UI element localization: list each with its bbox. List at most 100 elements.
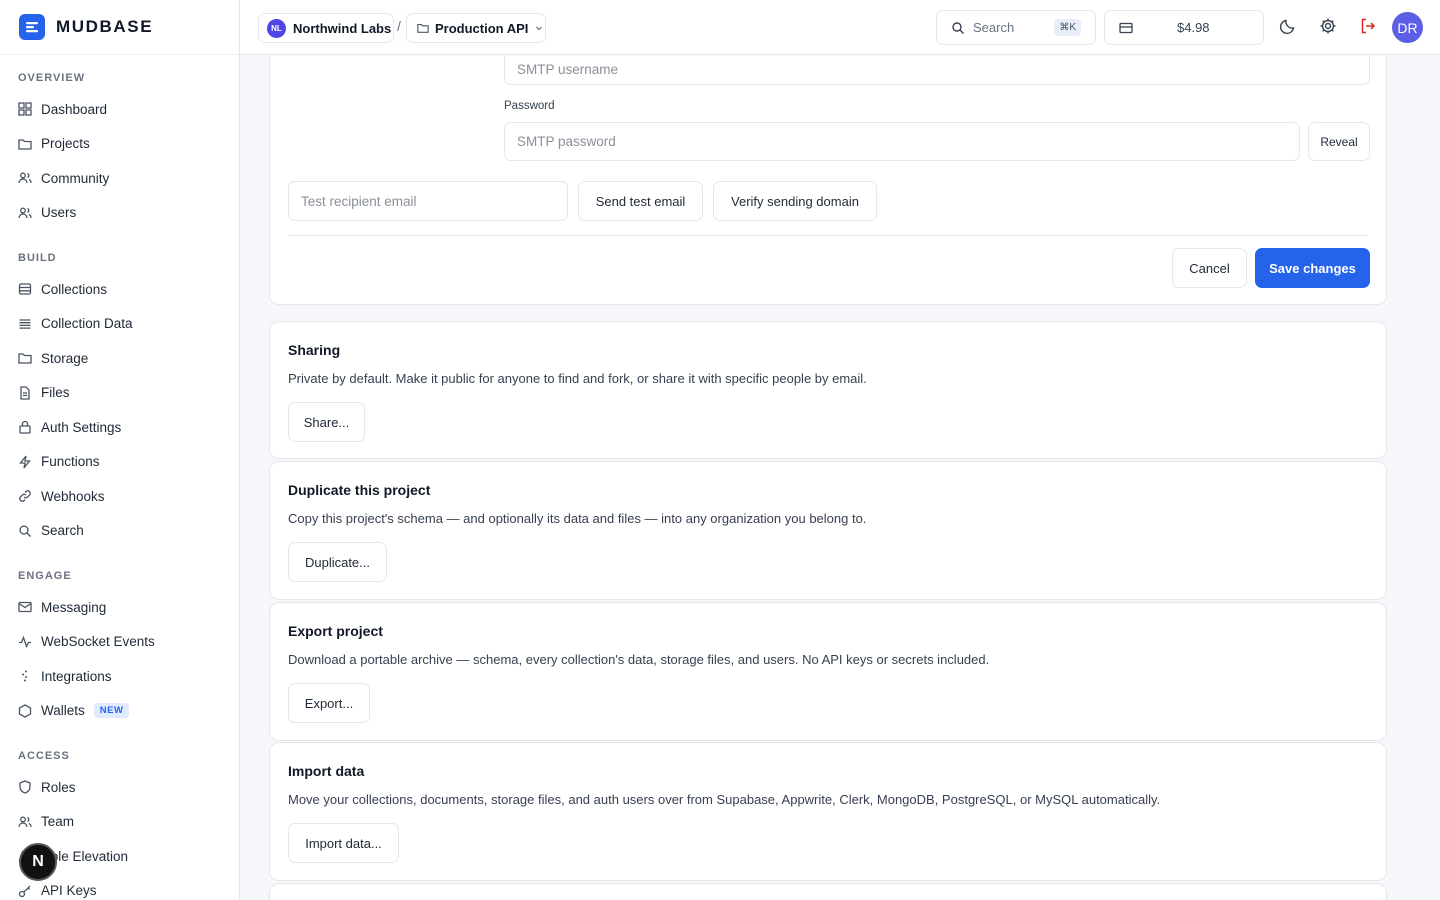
sidebar-item-websocket-events[interactable]: WebSocket Events <box>0 625 239 660</box>
project-name: Production API <box>435 20 529 36</box>
smtp-settings-card: SMTP username Password SMTP password Rev… <box>269 56 1387 305</box>
search-icon <box>19 525 31 537</box>
breadcrumb-separator: / <box>397 18 401 34</box>
cancel-button[interactable]: Cancel <box>1172 248 1247 288</box>
sidebar-item-collection-data[interactable]: Collection Data <box>0 307 239 342</box>
import-data-card: Import data Move your collections, docum… <box>269 742 1387 881</box>
test-recipient-email-field[interactable]: Test recipient email <box>288 181 568 221</box>
main-content: SMTP username Password SMTP password Rev… <box>240 56 1440 900</box>
sidebar-item-collections[interactable]: Collections <box>0 272 239 307</box>
sidebar-item-label: Files <box>41 385 70 401</box>
card-description: Download a portable archive — schema, ev… <box>288 652 990 667</box>
search-icon <box>952 21 964 34</box>
smtp-username-field[interactable]: SMTP username <box>504 56 1370 85</box>
search-shortcut: ⌘K <box>1054 19 1081 36</box>
sidebar-item-team[interactable]: Team <box>0 805 239 840</box>
activity-icon <box>19 635 31 648</box>
brand-name: MUDBASE <box>56 17 154 36</box>
sidebar-item-label: Search <box>41 523 84 539</box>
users-icon <box>18 207 32 218</box>
new-badge: NEW <box>93 703 130 719</box>
smtp-password-field[interactable]: SMTP password <box>504 122 1300 161</box>
org-switcher[interactable]: NL Northwind Labs <box>258 13 394 43</box>
duplicate-project-card: Duplicate this project Copy this project… <box>269 461 1387 600</box>
sidebar-item-label: Team <box>41 814 75 830</box>
sidebar-item-roles[interactable]: Roles <box>0 770 239 805</box>
sidebar-item-functions[interactable]: Functions <box>0 445 239 480</box>
sidebar-item-search[interactable]: Search <box>0 514 239 549</box>
sidebar-item-wallets[interactable]: Wallets NEW <box>0 694 239 729</box>
sharing-card: Sharing Private by default. Make it publ… <box>269 321 1387 459</box>
gear-icon[interactable] <box>1319 17 1337 35</box>
logout-icon[interactable] <box>1359 17 1377 35</box>
grid-icon <box>18 102 32 116</box>
users-icon <box>18 172 32 184</box>
sidebar-item-label: WebSocket Events <box>41 634 155 650</box>
sidebar-item-community[interactable]: Community <box>0 161 239 196</box>
moon-icon[interactable] <box>1279 17 1297 35</box>
integrations-icon <box>22 670 27 682</box>
credits-button[interactable]: $4.98 <box>1104 10 1264 45</box>
key-icon <box>18 885 31 897</box>
project-switcher[interactable]: Production API <box>406 13 546 43</box>
card-description: Copy this project's schema — and optiona… <box>288 511 867 526</box>
smtp-password-placeholder: SMTP password <box>517 134 616 149</box>
hexagon-icon <box>18 704 32 718</box>
export-button[interactable]: Export... <box>288 683 370 723</box>
card-description: Move your collections, documents, storag… <box>288 792 1161 807</box>
sidebar-item-label: API Keys <box>41 883 97 899</box>
sidebar-item-dashboard[interactable]: Dashboard <box>0 92 239 127</box>
section-title-build: BUILD <box>18 252 57 264</box>
sidebar: MUDBASE OVERVIEW Dashboard Projects Comm… <box>0 0 240 900</box>
folder-icon <box>18 353 32 364</box>
database-icon <box>18 283 32 295</box>
card-title: Import data <box>288 763 365 779</box>
save-changes-button[interactable]: Save changes <box>1255 248 1370 288</box>
top-bar: NL Northwind Labs / Production API Searc… <box>240 0 1440 55</box>
avatar[interactable]: DR <box>1392 12 1423 43</box>
reveal-password-button[interactable]: Reveal <box>1308 122 1370 161</box>
sidebar-item-label: Collection Data <box>41 316 133 332</box>
sidebar-item-messaging[interactable]: Messaging <box>0 590 239 625</box>
card-description: Private by default. Make it public for a… <box>288 371 867 386</box>
sidebar-item-label: Storage <box>41 350 89 366</box>
brand[interactable]: MUDBASE <box>0 0 239 55</box>
lock-icon <box>19 421 31 434</box>
credit-balance: $4.98 <box>1177 20 1210 35</box>
brand-logo-icon <box>19 14 45 40</box>
sidebar-item-auth-settings[interactable]: Auth Settings <box>0 410 239 445</box>
duplicate-button[interactable]: Duplicate... <box>288 542 387 582</box>
share-button[interactable]: Share... <box>288 402 365 442</box>
export-project-card: Export project Download a portable archi… <box>269 602 1387 741</box>
card-title: Sharing <box>288 342 341 358</box>
card-title: Export project <box>288 623 383 639</box>
floating-assistant-button[interactable]: N <box>19 843 57 881</box>
list-icon <box>19 319 31 329</box>
sidebar-item-storage[interactable]: Storage <box>0 341 239 376</box>
mail-icon <box>18 602 32 613</box>
search-button[interactable]: Search ⌘K <box>936 10 1096 45</box>
send-test-email-button[interactable]: Send test email <box>578 181 703 221</box>
import-data-button[interactable]: Import data... <box>288 823 399 863</box>
folder-icon <box>417 24 429 33</box>
sidebar-item-users[interactable]: Users <box>0 196 239 231</box>
password-label: Password <box>504 100 555 112</box>
verify-sending-domain-button[interactable]: Verify sending domain <box>713 181 877 221</box>
sidebar-item-webhooks[interactable]: Webhooks <box>0 479 239 514</box>
sidebar-item-label: Projects <box>41 136 90 152</box>
chevron-down-icon <box>536 26 543 31</box>
sidebar-item-integrations[interactable]: Integrations <box>0 659 239 694</box>
sidebar-item-label: Functions <box>41 454 100 470</box>
shield-icon <box>19 780 31 794</box>
sidebar-item-label: Dashboard <box>41 101 108 117</box>
bolt-icon <box>19 455 31 469</box>
next-card <box>269 883 1387 900</box>
sidebar-item-label: Users <box>41 205 77 221</box>
section-title-overview: OVERVIEW <box>18 72 86 84</box>
file-icon <box>20 386 30 400</box>
sidebar-item-label: Integrations <box>41 668 112 684</box>
org-name: Northwind Labs <box>293 20 392 36</box>
sidebar-item-projects[interactable]: Projects <box>0 127 239 162</box>
sidebar-item-files[interactable]: Files <box>0 376 239 411</box>
search-label: Search <box>973 20 1015 35</box>
